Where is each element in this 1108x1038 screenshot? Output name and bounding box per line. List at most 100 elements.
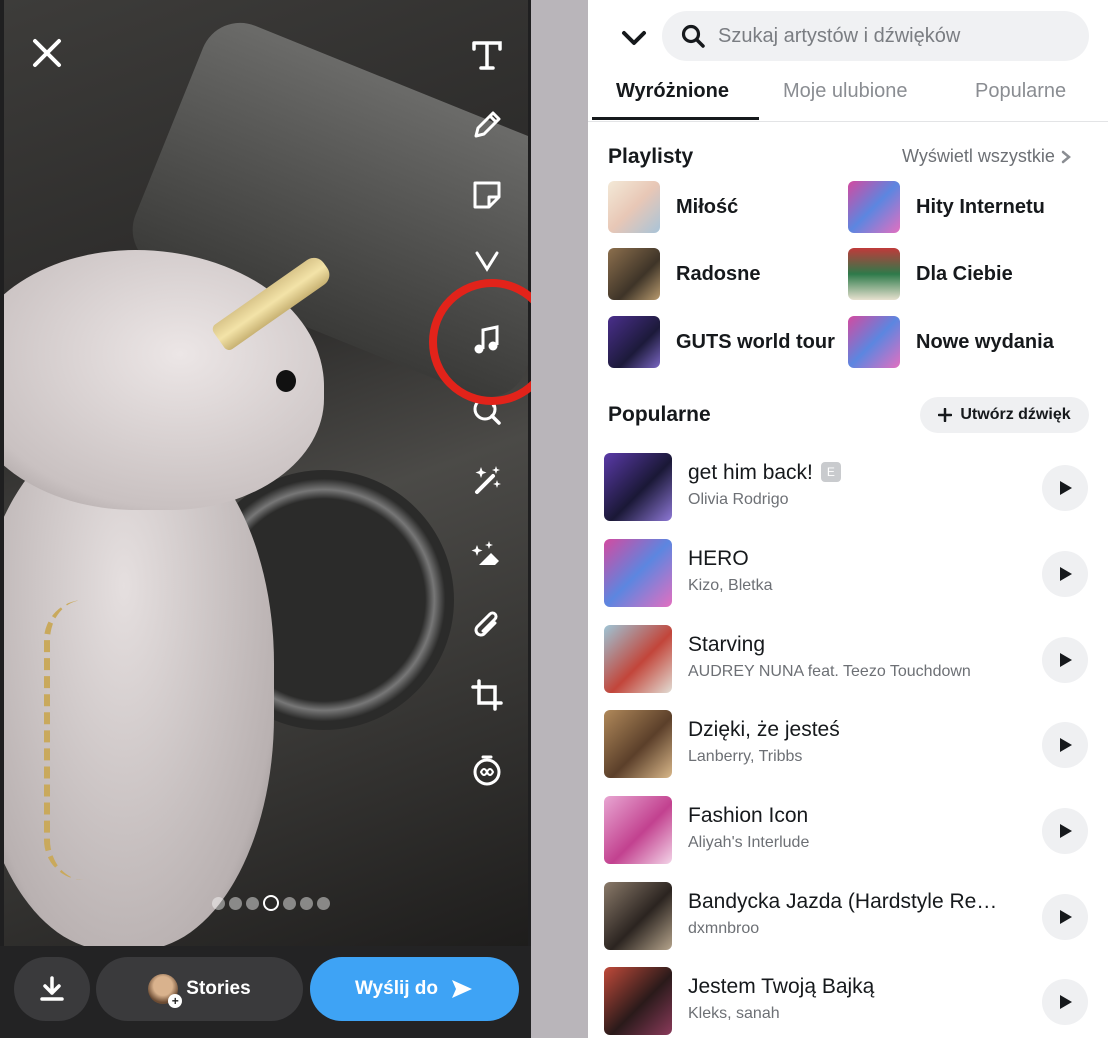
tab-favorites[interactable]: Moje ulubione [783, 80, 908, 103]
play-icon [1060, 995, 1072, 1009]
track-artist: Aliyah's Interlude [688, 834, 810, 851]
play-icon [1060, 824, 1072, 838]
track-cover [604, 453, 672, 521]
playlist-label: Radosne [676, 262, 761, 285]
track-title: Fashion Icon [688, 804, 809, 827]
track-title: Bandycka Jazda (Hardstyle Re… [688, 890, 998, 913]
track-artist: Olivia Rodrigo [688, 491, 789, 508]
track-cover [604, 967, 672, 1035]
play-button[interactable] [1042, 465, 1088, 511]
snap-editor: + Stories Wyślij do [0, 0, 531, 1038]
track-row[interactable]: HERO Kizo, Bletka [604, 539, 1094, 607]
playlists-heading: Playlisty [608, 145, 694, 168]
keychain [44, 600, 144, 880]
popular-heading: Popularne [608, 403, 711, 426]
track-title: Starving [688, 633, 766, 656]
page-dot [229, 896, 242, 910]
track-artist: Lanberry, Tribbs [688, 748, 803, 765]
play-button[interactable] [1042, 637, 1088, 683]
playlist-label: Miłość [676, 195, 739, 218]
track-row[interactable]: Jestem Twoją Bajką Kleks, sanah [604, 967, 1094, 1035]
create-sound-label: Utwórz dźwięk [960, 406, 1071, 423]
track-artist: Kleks, sanah [688, 1005, 780, 1022]
download-icon [40, 976, 64, 1001]
tab-featured[interactable]: Wyróżnione [616, 80, 729, 103]
play-icon [1060, 567, 1072, 581]
track-title: Jestem Twoją Bajką [688, 975, 875, 998]
playlist-cover [848, 181, 900, 233]
track-cover [604, 539, 672, 607]
play-icon [1060, 910, 1072, 924]
chevron-right-icon [1061, 150, 1071, 163]
page-dot [317, 896, 330, 910]
track-artist: dxmnbroo [688, 920, 760, 937]
snap-photo [4, 0, 528, 946]
text-icon[interactable] [462, 30, 512, 80]
playlist-item[interactable]: GUTS world tour [608, 316, 836, 368]
plush-eye [276, 370, 296, 392]
play-icon [1060, 738, 1072, 752]
search-icon [681, 24, 705, 48]
playlist-cover [608, 181, 660, 233]
playlist-item[interactable]: Dla Ciebie [848, 248, 1076, 300]
play-button[interactable] [1042, 808, 1088, 854]
page-dot [212, 896, 225, 910]
plus-icon: + [168, 994, 183, 1008]
playlist-cover [848, 316, 900, 368]
paperclip-icon[interactable] [462, 600, 512, 650]
playlist-label: Dla Ciebie [916, 262, 1013, 285]
see-all-link[interactable]: Wyświetl wszystkie [902, 146, 1071, 167]
track-row[interactable]: Dzięki, że jesteś Lanberry, Tribbs [604, 710, 1094, 778]
search-input[interactable] [718, 24, 1058, 48]
track-row[interactable]: Fashion Icon Aliyah's Interlude [604, 796, 1094, 864]
create-sound-button[interactable]: Utwórz dźwięk [920, 397, 1089, 433]
playlist-label: Hity Internetu [916, 195, 1045, 218]
playlist-label: Nowe wydania [916, 330, 1054, 353]
play-icon [1060, 653, 1072, 667]
track-cover [604, 882, 672, 950]
playlist-label: GUTS world tour [676, 330, 835, 353]
send-arrow-icon [452, 980, 473, 998]
search-bar[interactable] [662, 11, 1089, 61]
track-cover [604, 625, 672, 693]
track-row[interactable]: get him back! E Olivia Rodrigo [604, 453, 1094, 521]
track-title: get him back! E [688, 461, 1028, 485]
crop-icon[interactable] [462, 670, 512, 720]
sticker-icon[interactable] [462, 170, 512, 220]
play-button[interactable] [1042, 722, 1088, 768]
page-dot [300, 896, 313, 910]
playlist-item[interactable]: Radosne [608, 248, 836, 300]
download-button[interactable] [14, 957, 90, 1021]
page-dot-active [263, 895, 279, 911]
track-row[interactable]: Starving AUDREY NUNA feat. Teezo Touchdo… [604, 625, 1094, 693]
tab-popular[interactable]: Popularne [975, 80, 1066, 103]
playlist-item[interactable]: Nowe wydania [848, 316, 1076, 368]
track-cover [604, 710, 672, 778]
playlist-cover [848, 248, 900, 300]
playlist-item[interactable]: Miłość [608, 181, 836, 233]
track-row[interactable]: Bandycka Jazda (Hardstyle Re… dxmnbroo [604, 882, 1094, 950]
magic-wand-icon[interactable] [462, 455, 512, 505]
track-title: Dzięki, że jesteś [688, 718, 840, 741]
explicit-badge: E [820, 462, 841, 482]
active-tab-indicator [592, 117, 759, 120]
play-button[interactable] [1042, 551, 1088, 597]
stories-label: Stories [186, 978, 251, 999]
pen-icon[interactable] [462, 100, 512, 150]
play-button[interactable] [1042, 894, 1088, 940]
send-to-button[interactable]: Wyślij do [310, 957, 519, 1021]
see-all-label: Wyświetl wszystkie [902, 146, 1055, 166]
chevron-down-icon[interactable] [618, 26, 650, 50]
play-button[interactable] [1042, 979, 1088, 1025]
playlist-cover [608, 316, 660, 368]
timer-icon[interactable] [462, 745, 512, 795]
stories-button[interactable]: + Stories [96, 957, 303, 1021]
eraser-icon[interactable] [462, 530, 512, 580]
avatar: + [148, 974, 183, 1008]
page-dot [283, 896, 296, 910]
track-artist: AUDREY NUNA feat. Teezo Touchdown [688, 663, 971, 680]
close-icon[interactable] [28, 34, 66, 72]
track-artist: Kizo, Bletka [688, 577, 773, 594]
track-cover [604, 796, 672, 864]
playlist-item[interactable]: Hity Internetu [848, 181, 1076, 233]
